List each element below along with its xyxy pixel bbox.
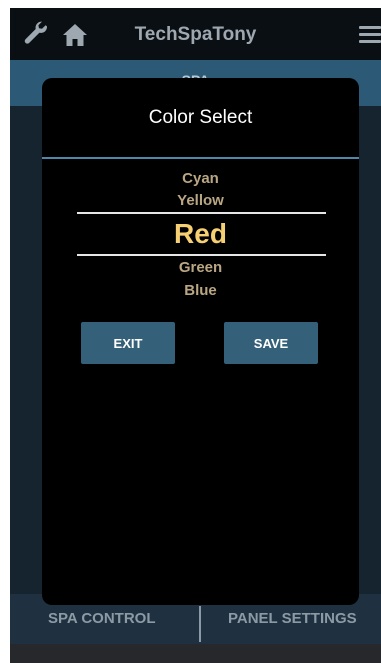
app-title: TechSpaTony [134, 24, 257, 45]
color-select-dialog: Color Select Cyan Yellow Red Green Blue … [42, 78, 359, 605]
selection-line-bottom [77, 254, 326, 256]
menu-icon[interactable] [359, 26, 381, 44]
color-option-blue[interactable]: Blue [42, 282, 359, 299]
selection-line-top [77, 212, 326, 214]
dialog-title: Color Select [148, 107, 253, 128]
tab-spa-control[interactable]: SPA CONTROL [48, 610, 156, 627]
color-option-cyan[interactable]: Cyan [42, 170, 359, 187]
app-bar: TechSpaTony [10, 8, 381, 60]
tab-divider [199, 606, 201, 642]
color-option-yellow[interactable]: Yellow [42, 192, 359, 209]
exit-button[interactable]: EXIT [81, 322, 175, 364]
tab-panel-settings[interactable]: PANEL SETTINGS [228, 610, 357, 627]
app-screen: TechSpaTony SPA SPA CONTROL PANEL SETTIN… [10, 8, 381, 663]
save-button[interactable]: SAVE [224, 322, 318, 364]
title-divider [42, 157, 359, 159]
color-option-green[interactable]: Green [42, 259, 359, 276]
bottom-strip [10, 644, 381, 663]
color-option-selected[interactable]: Red [42, 218, 359, 250]
